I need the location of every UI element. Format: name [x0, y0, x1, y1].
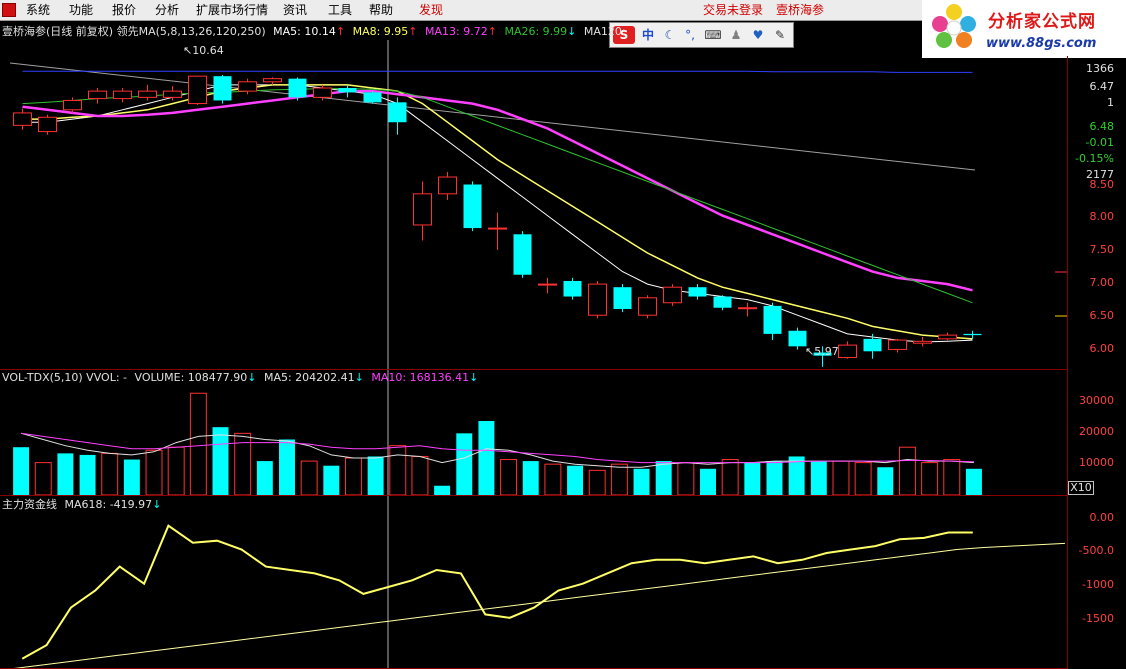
- fund-axis-tick: -1500: [1082, 612, 1114, 625]
- volume-axis-tick: 30000: [1079, 394, 1114, 407]
- legend-ma618: MA618: -419.97: [64, 498, 153, 511]
- volume-axis-tick: 10000: [1079, 456, 1114, 469]
- brand-title: 分析家公式网: [988, 12, 1096, 32]
- main-legend: 壹桥海参(日线 前复权) 领先MA(5,8,13,26,120,250) MA5…: [2, 25, 626, 38]
- volume-legend-title: VOL-TDX(5,10) VVOL: -: [2, 371, 127, 384]
- menu-system[interactable]: 系统: [26, 3, 50, 18]
- volume-axis-tick: 20000: [1079, 425, 1114, 438]
- menu-function[interactable]: 功能: [69, 3, 93, 18]
- fund-axis-tick: -1000: [1082, 578, 1114, 591]
- legend-ma120: MA120:: [583, 25, 626, 38]
- volume-legend: VOL-TDX(5,10) VVOL: - VOLUME: 108477.90↓…: [2, 371, 479, 384]
- menu-analysis[interactable]: 分析: [155, 3, 179, 18]
- menu-discover[interactable]: 发现: [419, 3, 443, 18]
- fund-axis-tick: -500.0: [1078, 544, 1114, 557]
- price-axis-tick: 6.00: [1089, 342, 1115, 355]
- price-axis-tick: 8.00: [1089, 210, 1115, 223]
- high-price-label: ↖10.64: [183, 44, 224, 57]
- menu-help[interactable]: 帮助: [369, 3, 393, 18]
- legend-ma5: MA5: 10.14: [273, 25, 336, 38]
- moon-icon[interactable]: ☾: [662, 26, 678, 44]
- price-axis-tick: 7.50: [1089, 243, 1115, 256]
- info-value-1: 6.47: [1089, 80, 1115, 93]
- legend-volume: VOLUME: 108477.90: [134, 371, 248, 384]
- x10-badge[interactable]: X10: [1068, 481, 1094, 495]
- price-axis-tick: 7.00: [1089, 276, 1115, 289]
- info-change-pct: -0.15%: [1075, 152, 1114, 165]
- menu-extended-market[interactable]: 扩展市场行情: [196, 3, 268, 18]
- info-value-2: 1: [1107, 96, 1114, 109]
- price-axis-tick: 6.50: [1089, 309, 1115, 322]
- fund-legend: 主力资金线 MA618: -419.97↓: [2, 498, 162, 511]
- fund-legend-title: 主力资金线: [2, 498, 57, 511]
- menu-news[interactable]: 资讯: [283, 3, 307, 18]
- menu-quote[interactable]: 报价: [112, 3, 136, 18]
- stock-name-menu: 壹桥海参: [776, 3, 825, 17]
- info-price: 6.48: [1089, 120, 1115, 133]
- legend-ma13: MA13: 9.72: [425, 25, 488, 38]
- brand-url[interactable]: www.88gs.com: [986, 36, 1096, 51]
- main-legend-title: 壹桥海参(日线 前复权) 领先MA(5,8,13,26,120,250): [2, 25, 266, 38]
- wrench-icon[interactable]: ✎: [772, 26, 788, 44]
- flower-logo-icon: [932, 4, 976, 48]
- comma-icon[interactable]: °,: [682, 26, 698, 44]
- legend-ma26: MA26: 9.99: [504, 25, 568, 38]
- legend-ma8: MA8: 9.95: [352, 25, 409, 38]
- login-status[interactable]: 交易未登录: [703, 3, 763, 18]
- fund-axis-tick: 0.00: [1089, 511, 1115, 524]
- info-volume: 1366: [1086, 62, 1114, 75]
- fund-panel[interactable]: [0, 495, 1068, 669]
- shirt-icon[interactable]: ♥: [750, 26, 766, 44]
- chinese-mode-icon[interactable]: 中: [640, 26, 656, 44]
- app-logo-icon[interactable]: [2, 3, 16, 17]
- menu-tools[interactable]: 工具: [328, 3, 352, 18]
- price-panel[interactable]: [0, 56, 1068, 370]
- low-price-label: ↖5.97: [805, 345, 839, 358]
- legend-vol-ma5: MA5: 204202.41: [263, 371, 355, 384]
- legend-vol-ma10: MA10: 168136.41: [371, 371, 470, 384]
- volume-panel[interactable]: [0, 369, 1068, 496]
- input-method-toolbar: S 中 ☾ °, ⌨ ♟ ♥ ✎: [609, 22, 794, 48]
- price-axis-tick: 8.50: [1089, 178, 1115, 191]
- keyboard-icon[interactable]: ⌨: [704, 26, 722, 44]
- user-icon[interactable]: ♟: [728, 26, 744, 44]
- info-change: -0.01: [1085, 136, 1114, 149]
